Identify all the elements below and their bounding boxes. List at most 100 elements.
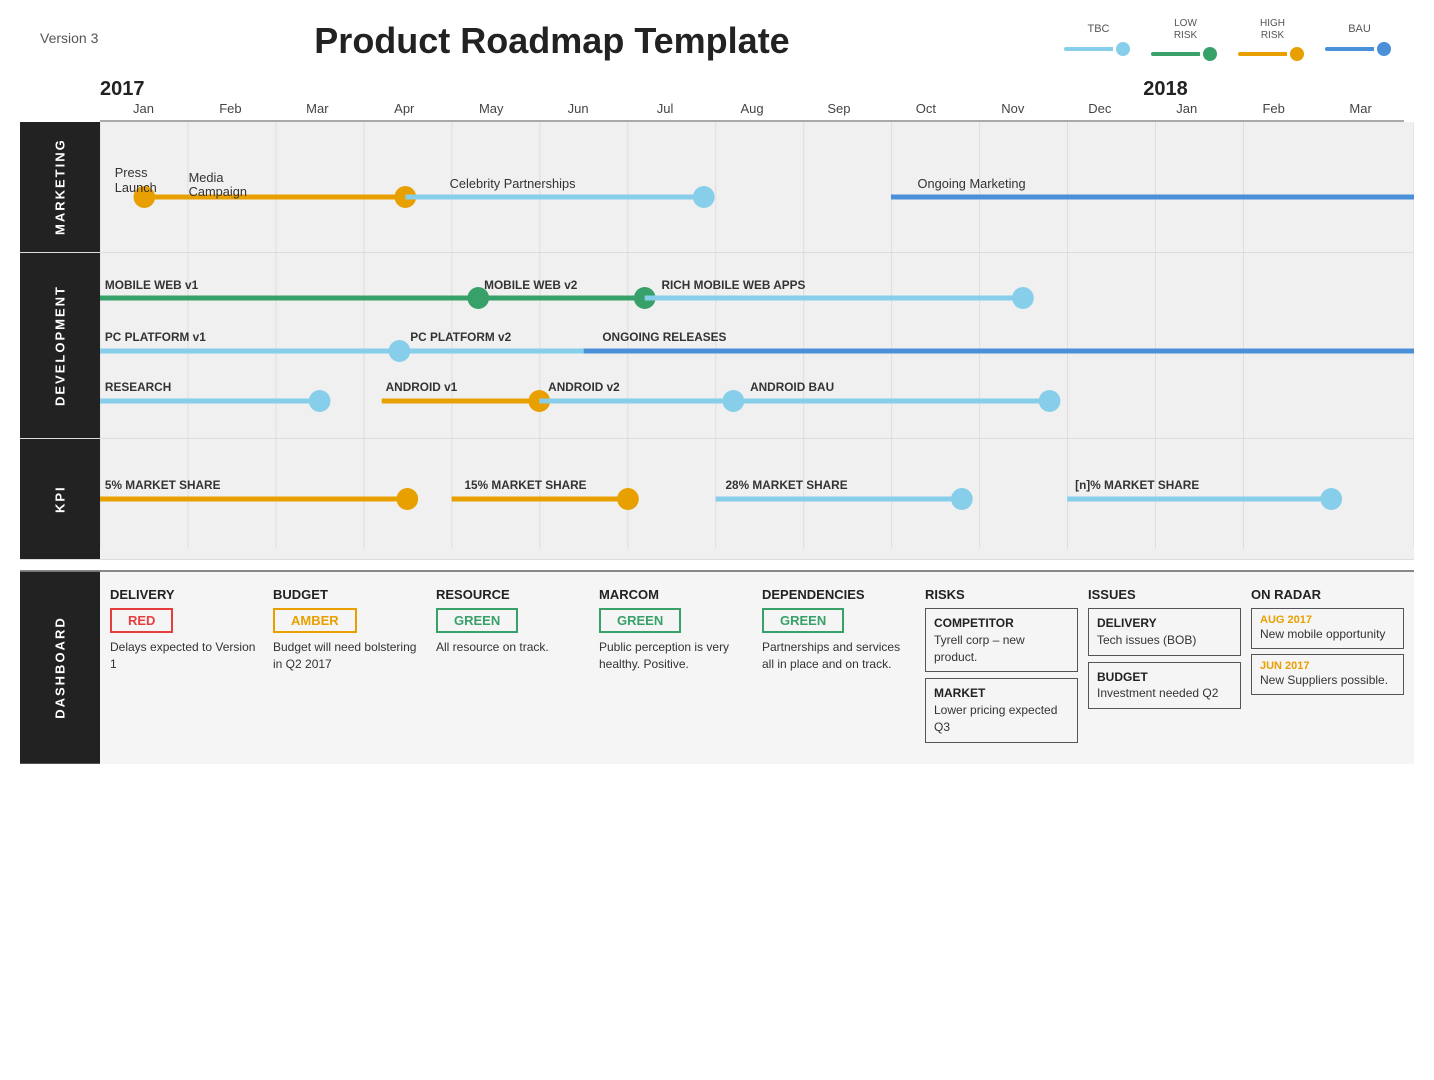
- month-mar-2018: Mar: [1317, 101, 1404, 116]
- legend-high-risk: HIGHRISK: [1238, 18, 1307, 64]
- svg-text:PC PLATFORM v2: PC PLATFORM v2: [410, 330, 511, 344]
- legend-high-risk-line: [1238, 44, 1307, 64]
- legend-tbc-line: [1064, 39, 1133, 59]
- dash-delivery-title: DELIVERY: [110, 587, 263, 602]
- dash-issues-item-1-text: Investment needed Q2: [1097, 685, 1232, 702]
- year-2017-block: 2017: [100, 78, 1143, 101]
- svg-text:MOBILE WEB v1: MOBILE WEB v1: [105, 278, 199, 292]
- legend-high-risk-dot: [1287, 44, 1307, 64]
- dash-risks-item-1: MARKET Lower pricing expected Q3: [925, 678, 1078, 742]
- svg-text:Press: Press: [115, 165, 148, 180]
- month-oct: Oct: [882, 101, 969, 116]
- timeline-wrapper: 2017 2018 Jan Feb Mar Apr May Jun Jul Au…: [20, 74, 1414, 560]
- dash-on-radar-item-0: AUG 2017 New mobile opportunity: [1251, 608, 1404, 649]
- legend-tbc-label: TBC: [1088, 23, 1110, 35]
- dash-delivery: DELIVERY RED Delays expected to Version …: [110, 587, 263, 749]
- dash-dependencies-title: DEPENDENCIES: [762, 587, 915, 602]
- svg-text:RESEARCH: RESEARCH: [105, 380, 171, 394]
- month-aug: Aug: [709, 101, 796, 116]
- dash-marcom-title: MARCOM: [599, 587, 752, 602]
- dash-issues-item-1: BUDGET Investment needed Q2: [1088, 662, 1241, 710]
- svg-text:[n]% MARKET SHARE: [n]% MARKET SHARE: [1075, 478, 1199, 492]
- year-2018-block: 2018: [1143, 78, 1404, 101]
- dash-resource: RESOURCE GREEN All resource on track.: [436, 587, 589, 749]
- legend-low-risk-dot: [1200, 44, 1220, 64]
- month-nov: Nov: [969, 101, 1056, 116]
- dash-on-radar-text-0: New mobile opportunity: [1260, 626, 1395, 643]
- svg-text:MOBILE WEB v2: MOBILE WEB v2: [484, 278, 578, 292]
- svg-text:Media: Media: [189, 170, 225, 185]
- legend-low-risk-line: [1151, 44, 1220, 64]
- page-container: Version 3 Product Roadmap Template TBC L…: [0, 0, 1434, 764]
- legend-tbc-track: [1064, 47, 1114, 51]
- month-sep: Sep: [796, 101, 883, 116]
- section-kpi: KPI: [20, 439, 1414, 560]
- section-development-label: DEVELOPMENT: [20, 253, 100, 438]
- svg-text:15% MARKET SHARE: 15% MARKET SHARE: [464, 478, 586, 492]
- dash-risks-item-0-title: COMPETITOR: [934, 615, 1069, 632]
- dash-risks: RISKS COMPETITOR Tyrell corp – new produ…: [925, 587, 1078, 749]
- legend-bau-label: BAU: [1348, 23, 1371, 35]
- svg-text:Launch: Launch: [115, 180, 157, 195]
- month-apr: Apr: [361, 101, 448, 116]
- month-dec: Dec: [1056, 101, 1143, 116]
- dash-dependencies: DEPENDENCIES GREEN Partnerships and serv…: [762, 587, 915, 749]
- svg-text:ANDROID BAU: ANDROID BAU: [750, 380, 834, 394]
- section-development-content: MOBILE WEB v1 MOBILE WEB v2 RICH MOBILE …: [100, 253, 1414, 438]
- month-mar: Mar: [274, 101, 361, 116]
- dashboard-label: DASHBOARD: [20, 572, 100, 764]
- dash-issues: ISSUES DELIVERY Tech issues (BOB) BUDGET…: [1088, 587, 1241, 749]
- year-axis: 2017 2018: [100, 74, 1404, 101]
- legend-tbc-dot: [1113, 39, 1133, 59]
- dashboard-content: DELIVERY RED Delays expected to Version …: [100, 572, 1414, 764]
- month-feb-2018: Feb: [1230, 101, 1317, 116]
- dash-on-radar: ON RADAR AUG 2017 New mobile opportunity…: [1251, 587, 1404, 749]
- legend-low-risk-track: [1151, 52, 1201, 56]
- svg-text:ONGOING RELEASES: ONGOING RELEASES: [602, 330, 726, 344]
- dash-on-radar-date-1: JUN 2017: [1260, 660, 1395, 672]
- dash-issues-item-0: DELIVERY Tech issues (BOB): [1088, 608, 1241, 656]
- page-title: Product Roadmap Template: [40, 20, 1064, 62]
- legend-bau: BAU: [1325, 23, 1394, 59]
- development-gantt: MOBILE WEB v1 MOBILE WEB v2 RICH MOBILE …: [100, 253, 1414, 438]
- year-2018-label: 2018: [1143, 78, 1188, 100]
- month-jan-2018: Jan: [1143, 101, 1230, 116]
- svg-text:Ongoing Marketing: Ongoing Marketing: [918, 176, 1026, 191]
- dash-dependencies-text: Partnerships and services all in place a…: [762, 639, 915, 673]
- section-marketing: MARKETING: [20, 122, 1414, 253]
- month-jul: Jul: [622, 101, 709, 116]
- month-may: May: [448, 101, 535, 116]
- svg-text:RICH MOBILE WEB APPS: RICH MOBILE WEB APPS: [661, 278, 805, 292]
- dash-marcom: MARCOM GREEN Public perception is very h…: [599, 587, 752, 749]
- kpi-gantt: 5% MARKET SHARE 15% MARKET SHARE 28% MAR…: [100, 439, 1414, 549]
- legend-bau-line: [1325, 39, 1394, 59]
- dash-delivery-text: Delays expected to Version 1: [110, 639, 263, 673]
- dashboard-section: DASHBOARD DELIVERY RED Delays expected t…: [20, 570, 1414, 764]
- dash-resource-badge: GREEN: [436, 608, 518, 633]
- svg-text:PC PLATFORM v1: PC PLATFORM v1: [105, 330, 206, 344]
- section-kpi-label: KPI: [20, 439, 100, 559]
- dash-budget: BUDGET AMBER Budget will need bolstering…: [273, 587, 426, 749]
- version-label: Version 3: [40, 30, 98, 46]
- dash-budget-title: BUDGET: [273, 587, 426, 602]
- dash-issues-item-1-title: BUDGET: [1097, 669, 1232, 686]
- section-marketing-label: MARKETING: [20, 122, 100, 252]
- section-development: DEVELOPMENT: [20, 253, 1414, 439]
- svg-text:ANDROID v1: ANDROID v1: [386, 380, 458, 394]
- dash-budget-text: Budget will need bolstering in Q2 2017: [273, 639, 426, 673]
- dash-resource-text: All resource on track.: [436, 639, 589, 656]
- legend-bau-dot: [1374, 39, 1394, 59]
- legend-high-risk-label: HIGHRISK: [1260, 18, 1285, 42]
- dash-marcom-text: Public perception is very healthy. Posit…: [599, 639, 752, 673]
- legend-high-risk-track: [1238, 52, 1288, 56]
- section-kpi-content: 5% MARKET SHARE 15% MARKET SHARE 28% MAR…: [100, 439, 1414, 559]
- month-feb: Feb: [187, 101, 274, 116]
- legend-tbc: TBC: [1064, 23, 1133, 59]
- dash-on-radar-text-1: New Suppliers possible.: [1260, 672, 1395, 689]
- month-jun: Jun: [535, 101, 622, 116]
- dash-on-radar-title: ON RADAR: [1251, 587, 1404, 602]
- svg-text:Celebrity Partnerships: Celebrity Partnerships: [450, 176, 576, 191]
- dash-on-radar-date-0: AUG 2017: [1260, 614, 1395, 626]
- dash-delivery-badge: RED: [110, 608, 173, 633]
- legend-bau-track: [1325, 47, 1375, 51]
